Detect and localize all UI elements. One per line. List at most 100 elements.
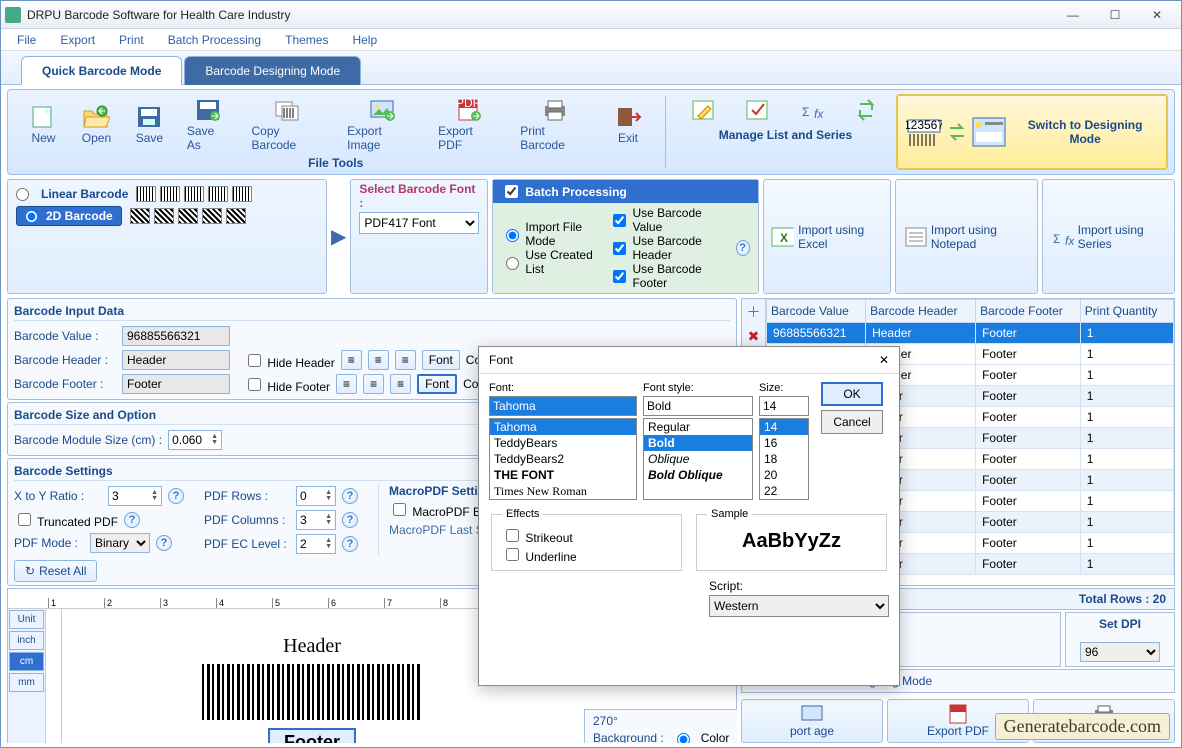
maximize-button[interactable]: ☐ [1095, 4, 1135, 26]
close-button[interactable]: ✕ [1137, 4, 1177, 26]
barcode-value-input[interactable] [122, 326, 230, 346]
svg-text:fx: fx [1065, 234, 1073, 248]
main-toolbar: New Open Save Save As Copy Barcode Expor… [7, 89, 1175, 175]
manage-check-button[interactable] [732, 94, 784, 126]
font-name-input[interactable] [489, 396, 637, 416]
remove-row-button[interactable]: ✖ [745, 327, 763, 345]
hide-header-checkbox[interactable] [248, 354, 261, 367]
footer-align-right[interactable]: ≡ [390, 374, 411, 394]
macro-enable-checkbox[interactable] [393, 503, 406, 516]
use-created-list-radio[interactable] [506, 257, 519, 270]
manage-refresh-button[interactable] [840, 94, 892, 126]
menu-file[interactable]: File [7, 31, 46, 49]
unit-cm[interactable]: cm [9, 652, 44, 671]
use-barcode-footer-checkbox[interactable] [613, 270, 626, 283]
menu-batch[interactable]: Batch Processing [158, 31, 271, 49]
help-icon[interactable]: ? [342, 488, 358, 504]
align-center-button[interactable]: ≡ [368, 350, 389, 370]
add-row-button[interactable]: ＋ [745, 303, 763, 321]
help-icon[interactable]: ? [342, 512, 358, 528]
underline-checkbox[interactable] [506, 548, 519, 561]
menu-export[interactable]: Export [50, 31, 105, 49]
hide-footer-checkbox[interactable] [248, 378, 261, 391]
footer-align-center[interactable]: ≡ [363, 374, 384, 394]
unit-mm[interactable]: mm [9, 673, 44, 692]
font-dialog-close[interactable]: ✕ [879, 353, 889, 367]
import-series-button[interactable]: ΣfxImport using Series [1042, 179, 1175, 294]
strikeout-checkbox[interactable] [506, 529, 519, 542]
help-icon[interactable]: ? [156, 535, 172, 551]
print-barcode-button[interactable]: Print Barcode [510, 94, 600, 154]
exit-button[interactable]: Exit [603, 94, 654, 154]
new-button[interactable]: New [18, 94, 69, 154]
font-dialog: Font ✕ Font: TahomaTeddyBearsTeddyBears2… [478, 346, 900, 686]
export-image-action[interactable]: port age [741, 699, 883, 743]
menubar: File Export Print Batch Processing Theme… [1, 29, 1181, 51]
script-select[interactable]: Western [709, 595, 889, 617]
use-barcode-header-checkbox[interactable] [613, 242, 626, 255]
tab-designing-mode[interactable]: Barcode Designing Mode [184, 56, 361, 85]
align-right-button[interactable]: ≡ [395, 350, 416, 370]
font-sample: AaBbYyZz [707, 526, 876, 557]
font-ok-button[interactable]: OK [821, 382, 883, 406]
saveas-button[interactable]: Save As [177, 94, 240, 154]
2d-barcode-radio[interactable]: 2D Barcode [16, 206, 122, 226]
truncated-pdf-checkbox[interactable] [18, 513, 31, 526]
manage-edit-button[interactable] [678, 94, 730, 126]
barcode-font-select[interactable]: PDF417 Font [359, 212, 479, 234]
xy-ratio-spinner[interactable]: 3▲▼ [108, 486, 162, 506]
switch-mode-button[interactable]: 123567 Switch to Designing Mode [896, 94, 1168, 170]
linear-barcode-radio[interactable] [16, 188, 29, 201]
barcode-type-panel: Linear Barcode 2D Barcode [7, 179, 327, 294]
open-button[interactable]: Open [71, 94, 122, 154]
font-size-input[interactable] [759, 396, 809, 416]
manage-formula-button[interactable]: Σfx [786, 94, 838, 126]
pdf-ec-spinner[interactable]: 2▲▼ [296, 534, 336, 554]
module-size-spinner[interactable]: 0.060▲▼ [168, 430, 222, 450]
menu-print[interactable]: Print [109, 31, 154, 49]
help-icon[interactable]: ? [124, 512, 140, 528]
help-icon[interactable]: ? [342, 536, 358, 552]
size-list[interactable]: 14161820222426 [759, 418, 809, 500]
style-list[interactable]: RegularBoldObliqueBold Oblique [643, 418, 753, 500]
bg-color-radio[interactable] [677, 733, 690, 743]
batch-processing-panel: Batch Processing Import File Mode Use Cr… [492, 179, 758, 294]
copy-barcode-button[interactable]: Copy Barcode [242, 94, 336, 154]
footer-align-left[interactable]: ≡ [336, 374, 357, 394]
help-icon[interactable]: ? [168, 488, 184, 504]
pdf-rows-spinner[interactable]: 0▲▼ [296, 486, 336, 506]
use-barcode-value-checkbox[interactable] [613, 214, 626, 227]
menu-help[interactable]: Help [342, 31, 387, 49]
unit-label: Unit [9, 610, 44, 629]
header-font-button[interactable]: Font [422, 350, 460, 370]
minimize-button[interactable]: — [1053, 4, 1093, 26]
font-list[interactable]: TahomaTeddyBearsTeddyBears2THE FONTTimes… [489, 418, 637, 500]
export-pdf-button[interactable]: PDFExport PDF [428, 94, 508, 154]
help-icon[interactable]: ? [736, 240, 750, 256]
pdf-mode-select[interactable]: Binary [90, 533, 150, 553]
font-style-input[interactable] [643, 396, 753, 416]
arrow-right-icon: ▶ [331, 224, 346, 249]
font-cancel-button[interactable]: Cancel [821, 410, 883, 434]
preview-footer[interactable]: Footer [268, 728, 356, 743]
table-row[interactable]: 96885566321HeaderFooter1 [767, 323, 1174, 344]
footer-font-button[interactable]: Font [417, 374, 457, 394]
import-excel-button[interactable]: XImport using Excel [763, 179, 892, 294]
import-file-mode-radio[interactable] [506, 229, 519, 242]
unit-inch[interactable]: inch [9, 631, 44, 650]
tab-quick-mode[interactable]: Quick Barcode Mode [21, 56, 182, 85]
font-dialog-title: Font [489, 353, 513, 367]
barcode-footer-input[interactable] [122, 374, 230, 394]
menu-themes[interactable]: Themes [275, 31, 338, 49]
barcode-header-input[interactable] [122, 350, 230, 370]
save-button[interactable]: Save [124, 94, 175, 154]
dpi-select[interactable]: 96 [1080, 642, 1160, 662]
pdf-cols-spinner[interactable]: 3▲▼ [296, 510, 336, 530]
manage-series-label: Manage List and Series [719, 128, 852, 142]
reset-all-button[interactable]: ↻ Reset All [14, 560, 97, 582]
preview-header: Header [172, 635, 452, 658]
align-left-button[interactable]: ≡ [341, 350, 362, 370]
import-notepad-button[interactable]: Import using Notepad [895, 179, 1038, 294]
export-image-button[interactable]: Export Image [337, 94, 426, 154]
batch-processing-checkbox[interactable] [505, 185, 518, 198]
